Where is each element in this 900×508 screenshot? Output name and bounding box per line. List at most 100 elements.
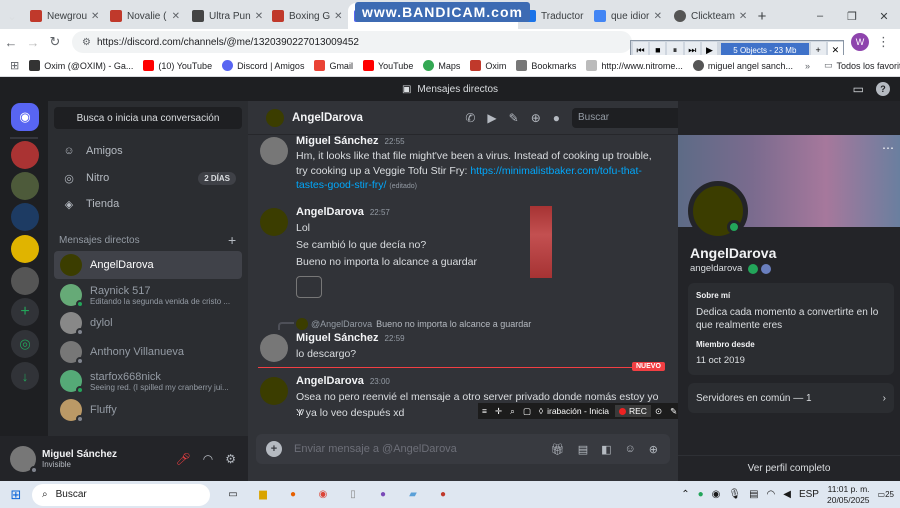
reload-icon[interactable]: ↻ bbox=[44, 34, 66, 50]
profile-avatar[interactable]: W bbox=[851, 33, 869, 51]
site-info-icon[interactable]: ⚙ bbox=[82, 37, 91, 48]
forward-icon[interactable]: → bbox=[22, 35, 44, 50]
menu-icon[interactable]: ⋮ bbox=[877, 34, 890, 50]
back-icon[interactable]: ← bbox=[0, 35, 22, 50]
mutual-servers-button[interactable]: Servidores en común — 1 › bbox=[688, 383, 894, 413]
nav-nitro[interactable]: ◎ Nitro 2 DÍAS bbox=[54, 166, 242, 190]
browser-tab[interactable]: Clickteam ✕ bbox=[668, 3, 750, 29]
bookmark[interactable]: miguel angel sanch... bbox=[692, 60, 793, 71]
bookmark[interactable]: Oxim (@OXIM) - Ga... bbox=[29, 60, 133, 71]
new-tab-button[interactable]: + bbox=[750, 3, 774, 29]
chevron-up-icon[interactable]: ⌃ bbox=[681, 489, 689, 500]
task-view-icon[interactable]: ▭ bbox=[218, 489, 248, 500]
message-composer[interactable]: + Enviar mensaje a @AngelDarova 🎁︎ ▤ ◧ ☺… bbox=[256, 434, 670, 464]
download-icon[interactable]: ↓ bbox=[11, 362, 39, 390]
server-icon[interactable] bbox=[11, 235, 39, 263]
pin-icon[interactable]: ✎ bbox=[509, 111, 519, 125]
app-icon[interactable]: ● bbox=[428, 489, 458, 500]
dm-item[interactable]: Fluffy bbox=[54, 396, 242, 424]
help-icon[interactable]: ? bbox=[876, 82, 890, 96]
crosshair-icon[interactable]: ✛ bbox=[495, 406, 502, 417]
server-icon[interactable] bbox=[11, 267, 39, 295]
file-icon[interactable]: ▯ bbox=[338, 489, 368, 500]
notifications-icon[interactable]: ▭ 25 bbox=[878, 490, 894, 499]
explore-icon[interactable]: ◎ bbox=[11, 330, 39, 358]
close-tab-icon[interactable]: ✕ bbox=[330, 11, 342, 22]
bookmark[interactable]: http://www.nitrome... bbox=[586, 60, 683, 71]
more-icon[interactable]: ⋯ bbox=[882, 141, 894, 155]
app-icon[interactable]: ● bbox=[368, 489, 398, 500]
bookmark[interactable]: Bookmarks bbox=[516, 60, 576, 71]
bookmark[interactable]: Gmail bbox=[314, 60, 353, 71]
bookmark[interactable]: Discord | Amigos bbox=[222, 60, 304, 71]
pencil-icon[interactable]: ✎ bbox=[670, 406, 677, 417]
browser-tab[interactable]: Ultra Pun ✕ bbox=[186, 3, 266, 29]
microphone-icon[interactable]: 🎙︎ bbox=[728, 489, 741, 500]
apps-icon[interactable]: ⊞ bbox=[10, 59, 19, 72]
tray-app-icon[interactable]: ● bbox=[698, 489, 704, 500]
gift-icon[interactable]: 🎁︎ bbox=[551, 443, 565, 456]
inbox-tray-icon[interactable]: ▭ bbox=[853, 82, 864, 96]
bookmark[interactable]: YouTube bbox=[362, 60, 413, 71]
close-tab-icon[interactable]: ✕ bbox=[650, 11, 662, 22]
create-dm-icon[interactable]: + bbox=[228, 232, 236, 248]
sticker-icon[interactable]: ◧ bbox=[601, 443, 611, 456]
all-bookmarks[interactable]: ▭Todos los favoritos bbox=[824, 60, 900, 71]
avatar[interactable] bbox=[260, 377, 288, 405]
avatar[interactable] bbox=[260, 334, 288, 362]
settings-gear-icon[interactable]: ⚙ bbox=[225, 452, 236, 466]
server-icon[interactable] bbox=[11, 172, 39, 200]
firefox-icon[interactable]: ● bbox=[278, 489, 308, 500]
gif-icon[interactable]: ▤ bbox=[578, 443, 588, 456]
record-type-icon[interactable]: ◊ bbox=[539, 406, 543, 416]
add-server-icon[interactable]: + bbox=[11, 298, 39, 326]
tab-search-icon[interactable]: ⌄ bbox=[0, 3, 24, 29]
bookmark[interactable]: (10) YouTube bbox=[143, 60, 212, 71]
chrome-icon[interactable]: ◉ bbox=[308, 489, 338, 500]
bookmark[interactable]: Oxim bbox=[470, 60, 506, 71]
file-explorer-icon[interactable]: ▆ bbox=[248, 489, 278, 500]
discord-home-icon[interactable]: ◉ bbox=[11, 103, 39, 131]
network-icon[interactable]: ▤ bbox=[749, 489, 758, 500]
dm-item[interactable]: starfox668nick Seeing red. (I spilled my … bbox=[54, 367, 242, 395]
nav-friends[interactable]: ☺ Amigos bbox=[54, 139, 242, 163]
language-indicator[interactable]: ESP bbox=[799, 489, 819, 500]
app-icon[interactable]: ▰ bbox=[398, 489, 428, 500]
reply-preview[interactable]: @AngelDarova Bueno no importa lo alcance … bbox=[296, 318, 531, 330]
tray-record-icon[interactable]: ◉ bbox=[712, 489, 721, 500]
close-tab-icon[interactable]: ✕ bbox=[87, 11, 99, 22]
browser-tab[interactable]: que idior ✕ bbox=[588, 3, 668, 29]
browser-tab[interactable]: Boxing G ✕ bbox=[266, 3, 348, 29]
menu-icon[interactable]: ≡ bbox=[482, 406, 487, 416]
minimize-icon[interactable]: – bbox=[804, 10, 836, 22]
avatar[interactable] bbox=[260, 208, 288, 236]
wifi-icon[interactable]: ◠ bbox=[767, 489, 776, 500]
close-tab-icon[interactable]: ✕ bbox=[735, 11, 747, 22]
search-conversation-button[interactable]: Busca o inicia una conversación bbox=[54, 107, 242, 129]
close-tab-icon[interactable]: ✕ bbox=[168, 11, 180, 22]
chevron-right-icon[interactable]: » bbox=[805, 61, 810, 71]
region-icon[interactable]: ▢ bbox=[523, 406, 531, 417]
clock[interactable]: 11:01 p. m. 20/05/2025 bbox=[827, 484, 870, 506]
mute-icon[interactable]: 🎤︎ bbox=[176, 452, 191, 466]
server-icon[interactable] bbox=[11, 203, 39, 231]
close-window-icon[interactable]: ✕ bbox=[868, 10, 900, 23]
dm-item[interactable]: Anthony Villanueva bbox=[54, 338, 242, 366]
browser-tab[interactable]: Novalie (✕ bbox=[104, 3, 186, 29]
dm-item[interactable]: Raynick 517 Editando la segunda venida de… bbox=[54, 281, 242, 309]
nav-shop[interactable]: ◈ Tienda bbox=[54, 192, 242, 216]
profile-icon[interactable]: ● bbox=[553, 111, 560, 125]
avatar[interactable] bbox=[10, 445, 38, 474]
dm-item[interactable]: dylol bbox=[54, 309, 242, 337]
url-input[interactable]: ⚙ https://discord.com/channels/@me/132039… bbox=[72, 31, 632, 53]
sticker-image[interactable] bbox=[296, 276, 322, 298]
rec-button[interactable]: REC bbox=[614, 405, 651, 417]
headset-icon[interactable]: ◠ bbox=[203, 452, 213, 466]
profile-avatar[interactable] bbox=[688, 181, 748, 241]
dm-item[interactable]: AngelDarova bbox=[54, 251, 242, 279]
camera-icon[interactable]: ⊙ bbox=[655, 406, 662, 417]
browser-tab[interactable]: Newgrou ✕ bbox=[24, 3, 104, 29]
call-icon[interactable]: ✆ bbox=[465, 111, 475, 125]
apps-icon[interactable]: ⊕ bbox=[649, 443, 658, 456]
add-friend-icon[interactable]: ⊕ bbox=[531, 111, 541, 125]
